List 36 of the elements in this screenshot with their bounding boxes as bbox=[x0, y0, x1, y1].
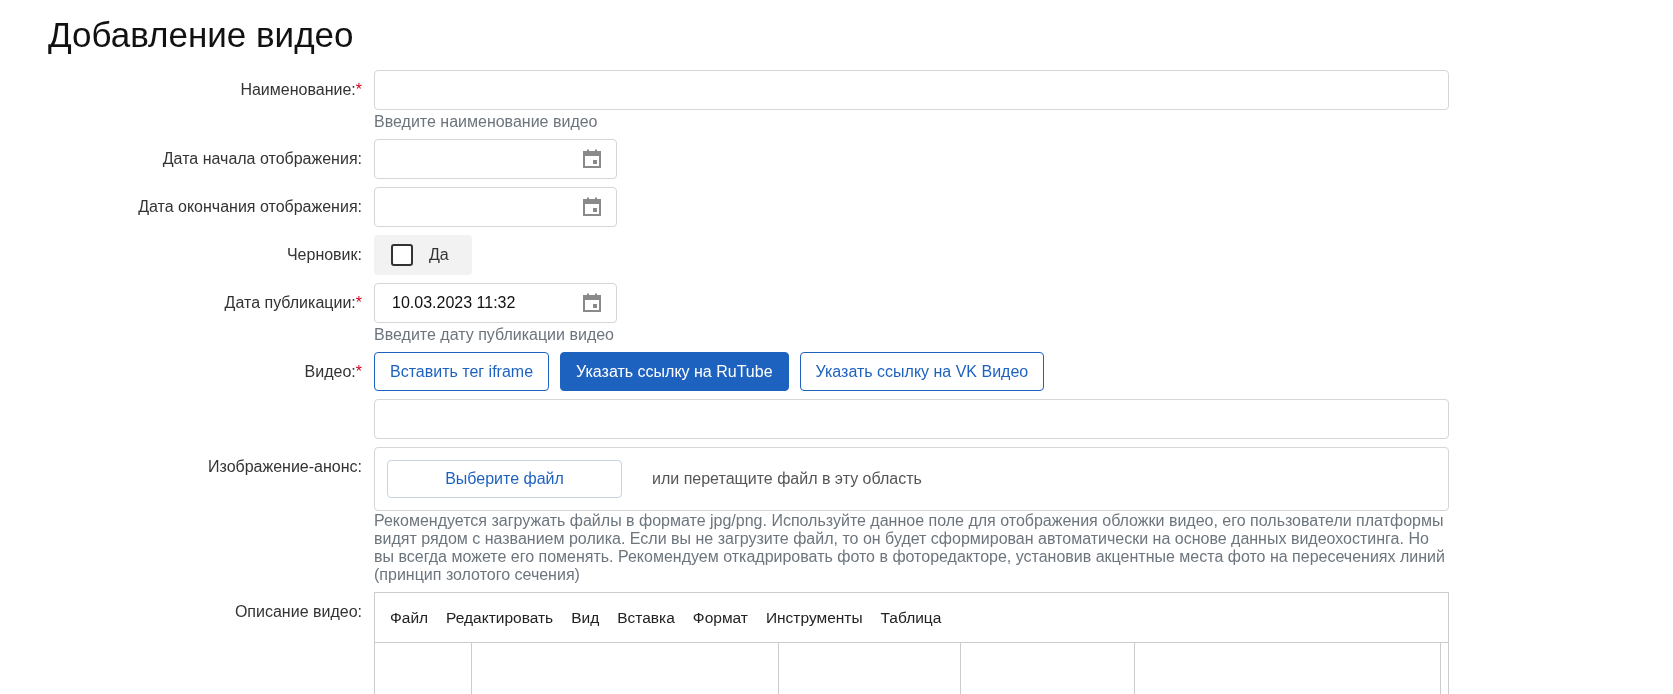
field-label: Изображение-анонс: bbox=[207, 458, 362, 476]
date-input-field[interactable]: 10.03.2023 11:32 bbox=[374, 283, 617, 323]
checkbox-label[interactable]: Да bbox=[429, 246, 449, 264]
field-label: Дата окончания отображения: bbox=[138, 198, 362, 216]
editor-menu-item[interactable]: Файл bbox=[381, 608, 438, 627]
calendar-icon[interactable] bbox=[582, 149, 602, 169]
field-label: Наименование:* bbox=[240, 81, 362, 99]
field-label: Видео:* bbox=[304, 363, 362, 381]
video-source-button[interactable]: Указать ссылку на RuTube bbox=[560, 352, 789, 391]
field-label: Дата начала отображения: bbox=[162, 150, 362, 168]
field-hint: Введите дату публикации видео bbox=[374, 326, 615, 344]
date-input-field[interactable] bbox=[374, 139, 617, 179]
date-input-field[interactable] bbox=[374, 187, 617, 227]
field-label: Дата публикации:* bbox=[224, 294, 362, 312]
editor-menu-item[interactable]: Формат bbox=[683, 608, 757, 627]
field-hint: Рекомендуется загружать файлы в формате jpg/png. Используйте данное поле для отображения обложки видео, его пользователи платформы видят рядом с названием ролика. Если вы не загрузите файл, то он будет сформирован автоматически на основе данных видеохостинга. Но вы всегда можете его поменять. Рекомендуем откадрировать фото в фоторедакторе, установив акцентные места фото на пересечениях линий (принцип золотого сечения) bbox=[374, 512, 1446, 584]
calendar-icon[interactable] bbox=[582, 293, 602, 313]
editor-menu-item[interactable]: Вставка bbox=[608, 608, 684, 627]
editor-menu-item[interactable]: Инструменты bbox=[756, 608, 872, 627]
text-editor[interactable]: Файл Редактировать Вид Вставка Формат Инструменты Таблица bbox=[374, 592, 1449, 694]
page-title: Добавление видео bbox=[48, 14, 354, 56]
field-hint: Введите наименование видео bbox=[374, 113, 599, 131]
video-source-button[interactable]: Указать ссылку на VK Видео bbox=[799, 352, 1045, 391]
file-drop-area[interactable]: Выберите файл или перетащите файл в эту область bbox=[374, 447, 1449, 511]
editor-menu-item[interactable]: Редактировать bbox=[437, 608, 563, 627]
video-source-button[interactable]: Вставить тег iframe bbox=[374, 352, 550, 391]
checkbox[interactable] bbox=[391, 244, 413, 266]
name-input-field[interactable] bbox=[374, 70, 1449, 110]
field-label: Черновик: bbox=[286, 246, 362, 264]
calendar-icon[interactable] bbox=[582, 197, 602, 217]
field-label: Описание видео: bbox=[234, 603, 362, 621]
choose-file-button[interactable]: Выберите файл bbox=[387, 460, 622, 498]
editor-menu-item[interactable]: Вид bbox=[562, 608, 609, 627]
drop-hint: или перетащите файл в эту область bbox=[652, 470, 922, 488]
video-link-input-field[interactable] bbox=[374, 399, 1449, 439]
editor-menu-item[interactable]: Таблица bbox=[871, 608, 951, 627]
